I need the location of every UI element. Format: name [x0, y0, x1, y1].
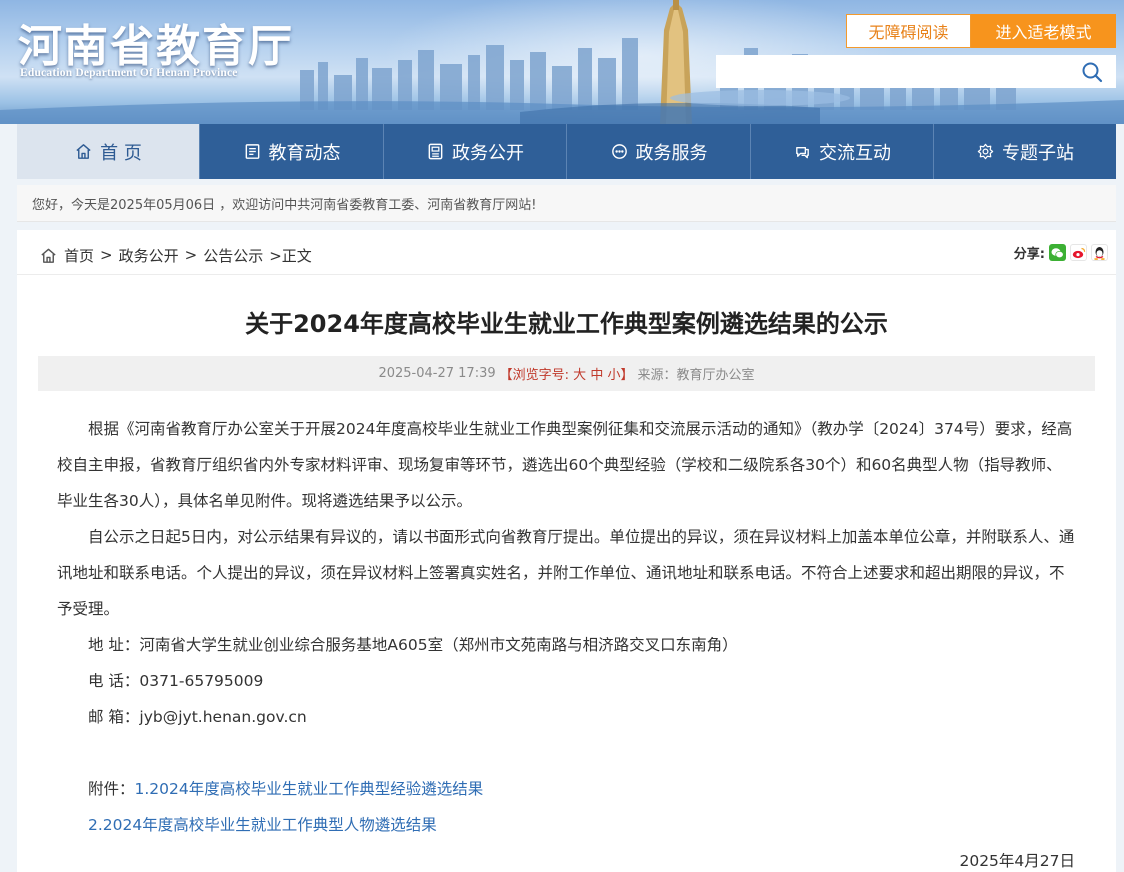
qq-icon[interactable]	[1091, 244, 1108, 261]
attachment-link-1[interactable]: 1.2024年度高校毕业生就业工作典型经验遴选结果	[135, 780, 484, 798]
accessibility-reading-button[interactable]: 无障碍阅读	[846, 14, 971, 48]
site-logo-title[interactable]: 河南省教育厅	[18, 10, 294, 74]
breadcrumb-current: >正文	[269, 246, 312, 265]
home-icon	[41, 248, 56, 263]
attachment-link-2[interactable]: 2.2024年度高校毕业生就业工作典型人物遴选结果	[88, 816, 437, 834]
nav-item-label: 首 页	[100, 142, 142, 164]
share-label: 分享:	[1013, 247, 1045, 262]
nav-item-label: 政务服务	[635, 142, 708, 164]
font-size-large-button[interactable]: 大	[573, 368, 586, 383]
article-body: 根据《河南省教育厅办公室关于开展2024年度高校毕业生就业工作典型案例征集和交流…	[57, 411, 1077, 872]
font-size-medium-button[interactable]: 中	[590, 368, 603, 383]
attachment-line: 附件：1.2024年度高校毕业生就业工作典型经验遴选结果	[57, 771, 1077, 807]
welcome-bar: 您好，今天是2025年05月06日 ，欢迎访问中共河南省委教育工委、河南省教育厅…	[17, 185, 1116, 222]
search-input[interactable]	[716, 55, 1116, 88]
article-date: 2025-04-27 17:39	[378, 366, 496, 381]
wechat-icon[interactable]	[1049, 244, 1066, 261]
breadcrumb-separator: >	[100, 246, 113, 264]
nav-item-home[interactable]: 首 页	[17, 124, 200, 179]
public-affairs-icon	[428, 143, 443, 160]
interaction-icon	[796, 147, 809, 159]
nav-item-special-subsites[interactable]: 专题子站	[934, 124, 1116, 179]
article-paragraph: 根据《河南省教育厅办公室关于开展2024年度高校毕业生就业工作典型案例征集和交流…	[57, 420, 1073, 510]
article-meta: 2025-04-27 17:39 【浏览字号: 大 中 小】 来源：教育厅办公室	[38, 356, 1095, 391]
subsite-icon	[977, 143, 994, 160]
nav-item-label: 交流互动	[819, 142, 891, 164]
font-size-close: 】	[620, 368, 634, 383]
nav-item-public-affairs[interactable]: 政务公开	[384, 124, 567, 179]
nav-item-label: 教育动态	[268, 142, 341, 164]
nav-item-label: 专题子站	[1002, 142, 1074, 164]
article-title: 关于2024年度高校毕业生就业工作典型案例遴选结果的公示	[245, 310, 888, 338]
main-nav: 首 页 教育动态 政务公开 政务服务 交流互动 专题子站	[17, 124, 1116, 179]
attachment-line: 2.2024年度高校毕业生就业工作典型人物遴选结果	[57, 807, 1077, 843]
site-logo-subtitle: Education Department Of Henan Province	[20, 67, 238, 79]
breadcrumb-home[interactable]: 首页	[64, 245, 94, 266]
article-source: 来源：教育厅办公室	[637, 368, 755, 383]
font-size-label: 【浏览字号:	[499, 368, 570, 383]
nav-item-label: 政务公开	[452, 142, 524, 164]
breadcrumb-public-affairs[interactable]: 政务公开	[119, 245, 179, 266]
font-size-control: 【浏览字号: 大 中 小】	[500, 364, 634, 383]
attachment-label: 附件：	[88, 780, 135, 798]
breadcrumb: 首页 > 政务公开 > 公告公示 >正文	[39, 244, 312, 266]
nav-item-government-services[interactable]: 政务服务	[567, 124, 751, 179]
breadcrumb-separator: >	[184, 246, 198, 264]
signature-date: 2025年4月27日	[959, 852, 1075, 870]
header-banner: 河南省教育厅 Education Department Of Henan Pro…	[0, 0, 1124, 124]
contact-address: 地 址：河南省大学生就业创业综合服务基地A605室（郑州市文苑南路与相济路交叉口…	[88, 636, 738, 654]
nav-item-education-news[interactable]: 教育动态	[200, 124, 384, 179]
home-icon	[76, 144, 91, 159]
nav-item-interaction[interactable]: 交流互动	[751, 124, 934, 179]
welcome-text: 您好，今天是2025年05月06日 ，欢迎访问中共河南省委教育工委、河南省教育厅…	[32, 197, 537, 213]
breadcrumb-announcements[interactable]: 公告公示	[203, 245, 263, 266]
elder-mode-button[interactable]: 进入适老模式	[971, 14, 1116, 48]
article-panel: 首页 > 政务公开 > 公告公示 >正文 分享: 关于2024年度高校毕业生就业…	[17, 230, 1116, 872]
weibo-icon[interactable]	[1070, 244, 1087, 261]
breadcrumb-divider	[17, 274, 1116, 275]
article-paragraph: 自公示之日起5日内，对公示结果有异议的，请以书面形式向省教育厅提出。单位提出的异…	[57, 528, 1075, 618]
contact-email: 邮 箱：jyb@jyt.henan.gov.cn	[88, 708, 307, 726]
font-size-small-button[interactable]: 小	[607, 368, 620, 383]
news-icon	[245, 144, 259, 159]
search-button[interactable]	[1076, 57, 1108, 87]
service-icon	[611, 144, 627, 159]
share-bar: 分享:	[1014, 243, 1108, 262]
search-icon	[1082, 62, 1103, 83]
contact-phone: 电 话：0371-65795009	[88, 672, 264, 690]
